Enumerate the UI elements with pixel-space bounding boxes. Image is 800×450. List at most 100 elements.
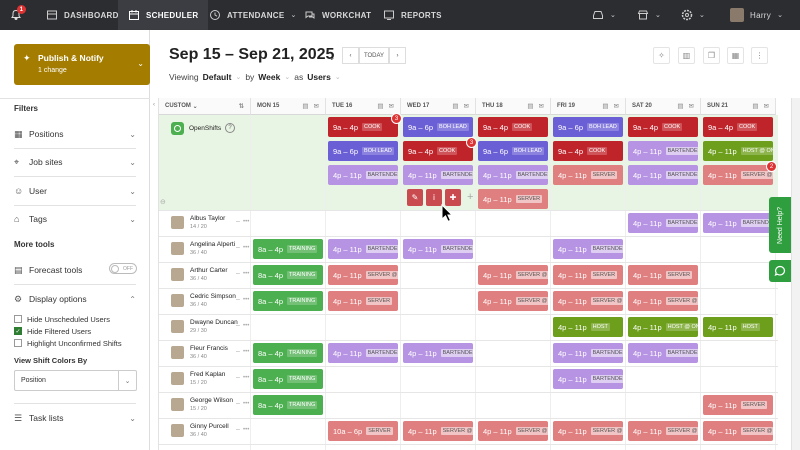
highlight-unconfirmed-checkbox[interactable]: Highlight Unconfirmed Shifts [14,337,136,349]
filter-user[interactable]: ☺ User ⌄ [14,184,136,198]
shift-block[interactable]: 8a – 4p TRAINING [253,265,323,285]
sort-column-header[interactable]: CUSTOM ⌄ ⇅ [159,98,251,115]
shift-block[interactable]: 4p – 11pBARTENDER [328,239,398,259]
add-shift-button[interactable]: + [467,191,473,203]
shift-block[interactable]: 9a – 4p COOK [703,117,773,137]
day-header[interactable]: FRI 19 ▤ ✉ [551,98,626,115]
day-tools-icons[interactable]: ▤ ✉ [602,102,619,110]
templates-button[interactable]: ▥ [678,47,695,64]
week-title[interactable]: Sep 15 – Sep 21, 2025 [169,46,334,64]
collapse-sidebar-button[interactable]: ‹ [150,98,158,112]
more-horizontal-icon[interactable]: ••• [243,349,249,355]
shift-block[interactable]: 4p – 11p HOST [553,317,623,337]
need-help-button[interactable]: Need Help? [769,197,791,253]
shift-block[interactable]: 4p – 11pSERVER @ Y [478,291,548,311]
shift-block[interactable]: 4p – 11pBARTENDER [553,343,623,363]
day-header[interactable]: SUN 21 ▤ ✉ [701,98,776,115]
more-horizontal-icon[interactable]: ••• [243,401,249,407]
today-button[interactable]: TODAY [359,47,389,64]
prev-week-button[interactable]: ‹ [342,47,359,64]
shift-block[interactable]: 8a – 4p TRAINING [253,291,323,311]
task-lists-row[interactable]: ☰ Task lists ⌄ [14,411,136,425]
calendar-button[interactable]: ▦ [727,47,744,64]
shift-block[interactable]: 4p – 11pSERVER @ Y [328,265,398,285]
shift-block[interactable]: 4p – 11p SERVER [628,265,698,285]
auto-schedule-button[interactable]: ✧ [653,47,670,64]
shift-block[interactable]: 4p – 11pSERVER @ Y [553,421,623,441]
shift-block[interactable]: 8a – 4p TRAINING [253,239,323,259]
more-horizontal-icon[interactable]: ••• [243,323,249,329]
shift-block[interactable]: 9a – 4p COOK [553,141,623,161]
shift-block[interactable]: 4p – 11p HOST [703,317,773,337]
display-options-toggle[interactable]: ⚙ Display options ⌃ [14,292,136,306]
shift-block[interactable]: 4p – 11pSERVER @ Y [628,291,698,311]
shift-block[interactable]: 9a – 4p COOK [403,141,473,161]
group-select[interactable]: Users [307,72,331,82]
inbox-menu[interactable]: ⌄ [592,0,616,30]
nav-scheduler[interactable]: SCHEDULER [118,0,209,30]
grid-scrollbar[interactable] [791,98,800,450]
more-horizontal-icon[interactable]: ••• [243,427,249,433]
shift-block[interactable]: 8a – 4p TRAINING [253,343,323,363]
filter-job-sites[interactable]: ⌖ Job sites ⌄ [14,155,136,169]
shift-block[interactable]: 4p – 11pBARTENDER [328,343,398,363]
collapse-openshifts-button[interactable]: ⊖ [160,198,166,206]
shift-block[interactable]: 4p – 11p SERVER [478,189,548,209]
shift-block[interactable]: 4p – 11p SERVER [328,291,398,311]
period-select[interactable]: Week [258,72,280,82]
nav-workchat[interactable]: WORKCHAT [304,0,371,30]
more-horizontal-icon[interactable]: ••• [243,297,249,303]
forecast-tools-toggle[interactable]: OFF [109,263,137,274]
shift-block[interactable]: 4p – 11pBARTENDER [628,141,698,161]
notifications-button[interactable]: 1 [10,0,28,30]
nav-reports[interactable]: REPORTS [383,0,442,30]
shift-block[interactable]: 9a – 6p BOH LEAD [553,117,623,137]
nav-attendance[interactable]: ATTENDANCE ⌄ [209,0,297,30]
shift-block[interactable]: 4p – 11pSERVER @ Y [403,421,473,441]
shift-block[interactable]: 9a – 6p BOH LEAD [403,117,473,137]
more-horizontal-icon[interactable]: ••• [243,245,249,251]
shift-block[interactable]: 8a – 4p TRAINING [253,369,323,389]
shift-block[interactable]: 9a – 4p COOK [328,117,398,137]
shift-block[interactable]: 4p – 11pBARTENDER [403,343,473,363]
shift-block[interactable]: 4p – 11pBARTENDER [553,369,623,389]
day-tools-icons[interactable]: ▤ ✉ [752,102,769,110]
help-circle-icon[interactable]: ? [225,123,235,133]
day-tools-icons[interactable]: ▤ ✉ [677,102,694,110]
copy-button[interactable]: ❐ [703,47,720,64]
shift-block[interactable]: 9a – 4p COOK [628,117,698,137]
shift-block[interactable]: 4p – 11p SERVER [703,395,773,415]
shift-block[interactable]: 9a – 6p BOH LEAD [328,141,398,161]
shift-block[interactable]: 9a – 4p COOK [478,117,548,137]
chevron-down-icon[interactable]: ⌄ [328,52,336,63]
shift-block[interactable]: 4p – 11pSERVER @ Y [553,291,623,311]
day-tools-icons[interactable]: ▤ ✉ [452,102,469,110]
more-horizontal-icon[interactable]: ••• [243,271,249,277]
publish-notify-button[interactable]: ✦ Publish & Notify 1 change ⌄ [14,44,150,85]
shift-info-button[interactable]: ⅰ [426,189,442,206]
day-header[interactable]: MON 15 ▤ ✉ [251,98,326,115]
shift-block[interactable]: 4p – 11pBARTENDER [628,165,698,185]
day-header[interactable]: THU 18 ▤ ✉ [476,98,551,115]
hide-unscheduled-checkbox[interactable]: Hide Unscheduled Users [14,313,136,325]
day-header[interactable]: WED 17 ▤ ✉ [401,98,476,115]
shift-block[interactable]: 4p – 11pBARTENDER [403,239,473,259]
day-header[interactable]: TUE 16 ▤ ✉ [326,98,401,115]
shift-block[interactable]: 4p – 11pBARTENDER [328,165,398,185]
more-horizontal-icon[interactable]: ••• [243,219,249,225]
hide-filtered-checkbox[interactable]: ✓ Hide Filtered Users [14,325,136,337]
nav-dashboard[interactable]: DASHBOARD [46,0,119,30]
filter-positions[interactable]: ▦ Positions ⌄ [14,127,136,141]
shift-block[interactable]: 4p – 11pSERVER @ Y [478,421,548,441]
shift-block[interactable]: 10a – 6p SERVER [328,421,398,441]
shift-block[interactable]: 9a – 6p BOH LEAD [478,141,548,161]
day-tools-icons[interactable]: ▤ ✉ [377,102,394,110]
day-tools-icons[interactable]: ▤ ✉ [302,102,319,110]
filter-tags[interactable]: ⌂ Tags ⌄ [14,212,136,226]
shift-block[interactable]: 4p – 11p SERVER [553,265,623,285]
more-options-button[interactable]: ⋮ [751,47,768,64]
viewing-select[interactable]: Default [203,72,232,82]
sort-icon[interactable]: ⇅ [239,102,244,110]
shift-block[interactable]: 4p – 11pBARTENDER [703,213,773,233]
shift-block[interactable]: 4p – 11pSERVER @ Y [703,421,773,441]
